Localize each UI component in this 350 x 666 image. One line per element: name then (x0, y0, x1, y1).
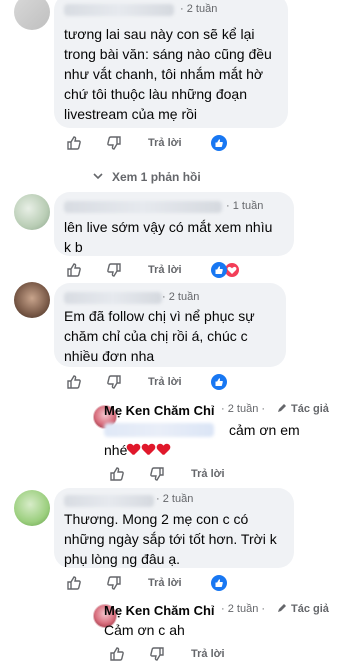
thumbs-down-icon[interactable] (149, 466, 165, 482)
like-reaction-icon[interactable] (211, 374, 227, 390)
comment-text: Thương. Mong 2 mẹ con c có những ngày sắ… (64, 511, 277, 567)
separator: · (261, 403, 266, 415)
heart-icon (127, 444, 140, 456)
separator: · (221, 603, 225, 615)
reply-button[interactable]: Trả lời (148, 577, 182, 589)
reply-time: · 2 tuần · (221, 403, 266, 415)
comment-time: · 2 tuần (156, 493, 194, 505)
like-reaction-icon[interactable] (211, 135, 227, 151)
reply-text: Cảm ơn c ah (104, 622, 185, 638)
reply-button[interactable]: Trả lời (191, 648, 225, 660)
comment-time: · 2 tuần (162, 291, 200, 303)
thumbs-up-icon[interactable] (66, 374, 82, 390)
comment-text: tương lai sau này con sẽ kể lại trong bà… (64, 26, 272, 122)
reply-text: cảm ơn em (229, 422, 300, 438)
commenter-avatar[interactable] (14, 282, 50, 318)
blurred-author-name (64, 201, 222, 213)
reply-text-continued: nhé (104, 440, 172, 460)
commenter-avatar[interactable] (14, 194, 50, 230)
blurred-author-name (64, 495, 154, 507)
blurred-author-name (64, 4, 174, 16)
heart-icon (142, 444, 155, 456)
thumbs-up-icon[interactable] (66, 575, 82, 591)
thumbs-up-icon[interactable] (109, 646, 125, 662)
reply-button[interactable]: Trả lời (148, 137, 182, 149)
thumbs-down-icon[interactable] (106, 575, 122, 591)
separator: · (162, 291, 166, 303)
commenter-avatar[interactable] (14, 0, 50, 30)
thumbs-up-icon[interactable] (109, 466, 125, 482)
thumbs-up-icon[interactable] (66, 262, 82, 278)
pencil-icon (278, 404, 286, 412)
comment-time: · 2 tuần (180, 3, 218, 15)
separator: · (221, 403, 225, 415)
separator: · (261, 603, 266, 615)
thumbs-down-icon[interactable] (106, 135, 122, 151)
separator: · (156, 493, 160, 505)
author-badge: Tác giả (291, 403, 329, 415)
thumbs-down-icon[interactable] (149, 646, 165, 662)
heart-icon (157, 444, 170, 456)
thumbs-down-icon[interactable] (106, 262, 122, 278)
blurred-author-name (64, 292, 162, 304)
reply-button[interactable]: Trả lời (148, 376, 182, 388)
comment-time: · 1 tuần (226, 200, 264, 212)
like-reaction-icon[interactable] (211, 575, 227, 591)
thumbs-up-icon[interactable] (66, 135, 82, 151)
chevron-down-icon[interactable] (93, 172, 103, 180)
reply-time: · 2 tuần · (221, 603, 266, 615)
thumbs-down-icon[interactable] (106, 374, 122, 390)
reply-button[interactable]: Trả lời (191, 468, 225, 480)
reply-author-name[interactable]: Mẹ Ken Chăm Chỉ (104, 403, 215, 418)
author-badge: Tác giả (291, 603, 329, 615)
separator: · (226, 200, 230, 212)
comment-text: Em đã follow chị vì nể phục sự chăm chỉ … (64, 308, 255, 364)
commenter-avatar[interactable] (14, 490, 50, 526)
view-replies-link[interactable]: Xem 1 phản hồi (112, 170, 201, 184)
pencil-icon (278, 604, 286, 612)
reply-button[interactable]: Trả lời (148, 264, 182, 276)
like-reaction-icon[interactable] (211, 262, 227, 278)
comment-text: lên live sớm vậy có mắt xem nhìu k b (64, 219, 273, 255)
separator: · (180, 3, 184, 15)
reply-author-name[interactable]: Mẹ Ken Chăm Chỉ (104, 603, 215, 618)
blurred-mention[interactable] (104, 423, 214, 437)
